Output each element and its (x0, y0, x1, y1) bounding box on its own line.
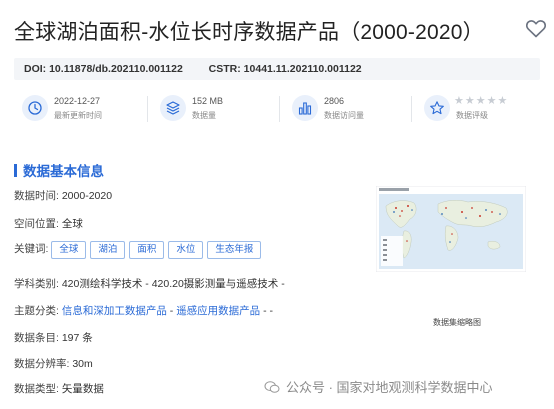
clock-icon (22, 95, 48, 121)
info-row-space: 空间位置: 全球 (14, 216, 83, 231)
section-marker (14, 164, 17, 177)
size-value: 152 MB (192, 96, 224, 106)
thumbnail-caption: 数据集缩略图 (433, 318, 481, 327)
star-icon (424, 95, 450, 121)
space-label: 空间位置: (14, 218, 59, 230)
resolution-label: 数据分辨率: (14, 358, 70, 370)
dataset-stats: 2022-12-27 最新更新时间 152 MB 数据量 2806 数据访问量 … (14, 92, 540, 126)
keyword-tag[interactable]: 全球 (51, 241, 87, 259)
doi-label: DOI: (24, 63, 47, 75)
cstr-label: CSTR: (208, 63, 241, 75)
rating-label: 数据评级 (456, 111, 488, 120)
type-label: 数据类型: (14, 383, 59, 395)
divider (279, 96, 280, 122)
stat-updated: 2022-12-27 最新更新时间 (14, 92, 144, 126)
info-row-records: 数据条目: 197 条 (14, 330, 93, 345)
size-label: 数据量 (192, 111, 216, 120)
time-label: 数据时间: (14, 190, 59, 202)
doi-value[interactable]: 10.11878/db.202110.001122 (49, 63, 183, 75)
identifier-bar: DOI: 10.11878/db.202110.001122 CSTR: 104… (14, 58, 540, 80)
keywords-label: 关键词: (14, 243, 49, 255)
subject-label: 学科类别: (14, 278, 59, 290)
records-value: 197 条 (61, 332, 93, 344)
wechat-icon (264, 380, 280, 393)
bar-chart-icon (292, 95, 318, 121)
info-row-theme: 主题分类: 信息和深加工数据产品 - 遥感应用数据产品 - - (14, 303, 273, 318)
subject-value: 420测绘科学技术 - 420.20摄影测量与遥感技术 - (61, 278, 285, 290)
info-row-keywords: 关键词: 全球 湖泊 面积 水位 生态年报 (14, 241, 265, 259)
keyword-tag[interactable]: 面积 (129, 241, 165, 259)
records-label: 数据条目: (14, 332, 59, 344)
keyword-tag[interactable]: 水位 (168, 241, 204, 259)
divider (411, 96, 412, 122)
watermark-text: 公众号 · 国家对地观测科学数据中心 (286, 380, 493, 395)
rating-stars[interactable]: ★★★★★ (454, 94, 508, 107)
updated-label: 最新更新时间 (54, 111, 102, 120)
space-value: 全球 (61, 218, 83, 230)
info-row-subject: 学科类别: 420测绘科学技术 - 420.20摄影测量与遥感技术 - (14, 276, 285, 291)
divider (147, 96, 148, 122)
stat-visits: 2806 数据访问量 (284, 92, 414, 126)
dataset-thumbnail-map[interactable] (376, 186, 526, 272)
visits-label: 数据访问量 (324, 111, 364, 120)
type-value: 矢量数据 (61, 383, 104, 395)
keyword-tag[interactable]: 生态年报 (207, 241, 262, 259)
theme-separator: - (166, 305, 177, 317)
theme-link-primary[interactable]: 信息和深加工数据产品 (62, 305, 167, 317)
layers-icon (160, 95, 186, 121)
info-row-resolution: 数据分辨率: 30m (14, 356, 93, 371)
page-title: 全球湖泊面积-水位长时序数据产品（2000-2020） (14, 21, 484, 44)
info-row-time: 数据时间: 2000-2020 (14, 188, 112, 203)
cstr-value[interactable]: 10441.11.202110.001122 (244, 63, 362, 75)
theme-label: 主题分类: (14, 305, 59, 317)
favorite-heart-icon[interactable] (524, 16, 548, 40)
info-row-type: 数据类型: 矢量数据 (14, 381, 104, 396)
watermark: 公众号 · 国家对地观测科学数据中心 (264, 377, 493, 396)
stat-rating: ★★★★★ 数据评级 (416, 92, 540, 126)
theme-tail: - - (260, 305, 274, 317)
stat-size: 152 MB 数据量 (152, 92, 282, 126)
resolution-value: 30m (72, 358, 93, 370)
theme-link-secondary[interactable]: 遥感应用数据产品 (176, 305, 260, 317)
section-heading-text: 数据基本信息 (23, 164, 104, 179)
section-heading: 数据基本信息 (14, 160, 104, 180)
updated-value: 2022-12-27 (54, 96, 101, 106)
keyword-tag[interactable]: 湖泊 (90, 241, 126, 259)
visits-value: 2806 (324, 96, 345, 106)
time-value: 2000-2020 (61, 190, 113, 202)
